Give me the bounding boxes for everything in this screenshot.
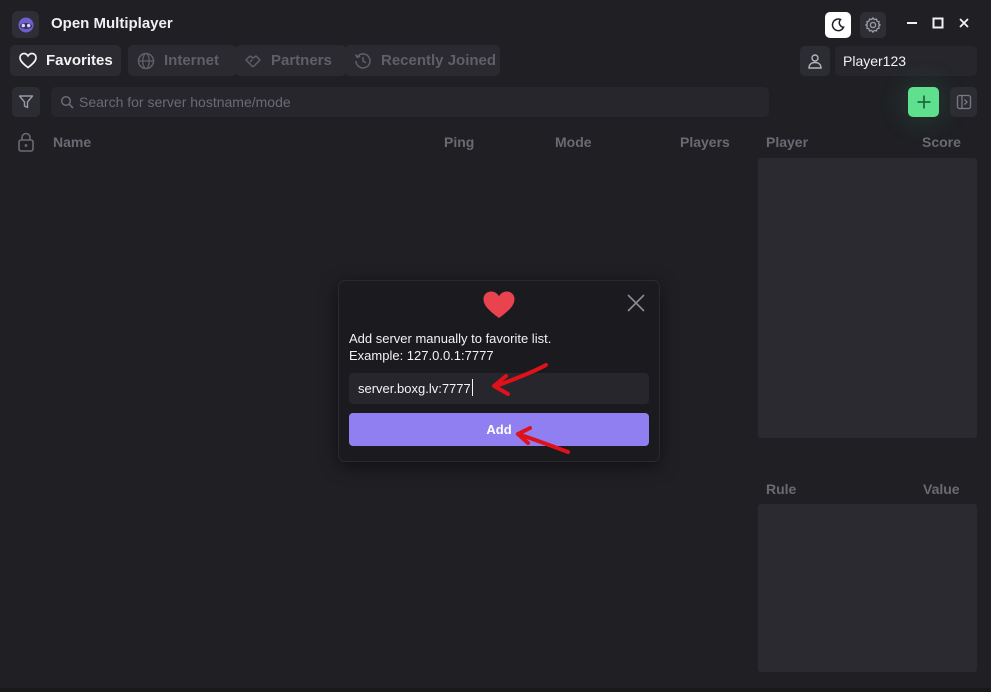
minimize-button[interactable] bbox=[903, 14, 921, 32]
maximize-button[interactable] bbox=[929, 14, 947, 32]
search-placeholder: Search for server hostname/mode bbox=[79, 94, 291, 110]
add-button[interactable]: Add bbox=[349, 413, 649, 446]
player-list bbox=[758, 158, 977, 438]
gear-icon bbox=[865, 17, 881, 33]
server-address-value: server.boxg.lv:7777 bbox=[358, 381, 471, 396]
bottom-edge bbox=[0, 688, 991, 692]
toggle-side-panel-button[interactable] bbox=[950, 87, 977, 117]
settings-button[interactable] bbox=[860, 12, 886, 38]
lock-icon bbox=[18, 132, 34, 152]
column-players[interactable]: Players bbox=[680, 134, 730, 150]
heart-icon bbox=[483, 291, 515, 318]
dialog-message-line2: Example: 127.0.0.1:7777 bbox=[349, 348, 494, 363]
tab-recently-joined[interactable]: Recently Joined bbox=[345, 45, 500, 76]
side-panel-icon bbox=[956, 94, 971, 110]
column-player: Player bbox=[766, 134, 809, 150]
handshake-icon bbox=[243, 51, 263, 71]
column-mode[interactable]: Mode bbox=[555, 134, 592, 150]
search-input[interactable]: Search for server hostname/mode bbox=[51, 87, 769, 117]
rules-list bbox=[758, 504, 977, 672]
dialog-message-line1: Add server manually to favorite list. bbox=[349, 331, 552, 346]
tab-partners[interactable]: Partners bbox=[235, 45, 346, 76]
filter-icon bbox=[18, 95, 34, 109]
app-title: Open Multiplayer bbox=[51, 15, 173, 32]
title-bar: Open Multiplayer bbox=[0, 0, 991, 44]
column-score: Score bbox=[922, 134, 961, 150]
tab-favorites-label: Favorites bbox=[46, 52, 113, 69]
user-icon bbox=[808, 54, 822, 69]
close-dialog-icon[interactable] bbox=[626, 293, 646, 313]
minimize-icon bbox=[907, 22, 917, 24]
column-rule: Rule bbox=[766, 481, 797, 497]
column-name[interactable]: Name bbox=[53, 134, 91, 150]
add-favorite-dialog: Add server manually to favorite list. Ex… bbox=[339, 281, 659, 461]
tab-internet-label: Internet bbox=[164, 52, 220, 69]
filter-button[interactable] bbox=[12, 87, 40, 117]
history-icon bbox=[353, 51, 373, 71]
user-profile-button[interactable] bbox=[800, 46, 830, 76]
server-address-input[interactable]: server.boxg.lv:7777 bbox=[349, 373, 649, 404]
column-value: Value bbox=[923, 481, 960, 497]
app-window: Open Multiplayer Favorites Internet Part… bbox=[0, 0, 991, 692]
close-window-button[interactable] bbox=[955, 14, 973, 32]
maximize-icon bbox=[932, 17, 944, 29]
globe-icon bbox=[136, 51, 156, 71]
tab-internet[interactable]: Internet bbox=[128, 45, 236, 76]
dialog-message: Add server manually to favorite list. Ex… bbox=[349, 330, 551, 364]
tab-recently-joined-label: Recently Joined bbox=[381, 52, 497, 69]
tab-partners-label: Partners bbox=[271, 52, 332, 69]
heart-icon bbox=[18, 51, 38, 71]
app-logo-icon bbox=[12, 11, 39, 38]
add-server-button[interactable] bbox=[908, 87, 939, 117]
tab-favorites[interactable]: Favorites bbox=[10, 45, 121, 76]
nickname-input[interactable]: Player123 bbox=[835, 46, 977, 76]
column-ping[interactable]: Ping bbox=[444, 134, 474, 150]
close-icon bbox=[959, 18, 969, 28]
moon-icon bbox=[831, 18, 845, 32]
text-caret bbox=[471, 379, 473, 396]
search-icon bbox=[60, 94, 76, 110]
theme-toggle-button[interactable] bbox=[825, 12, 851, 38]
plus-icon bbox=[917, 95, 930, 109]
